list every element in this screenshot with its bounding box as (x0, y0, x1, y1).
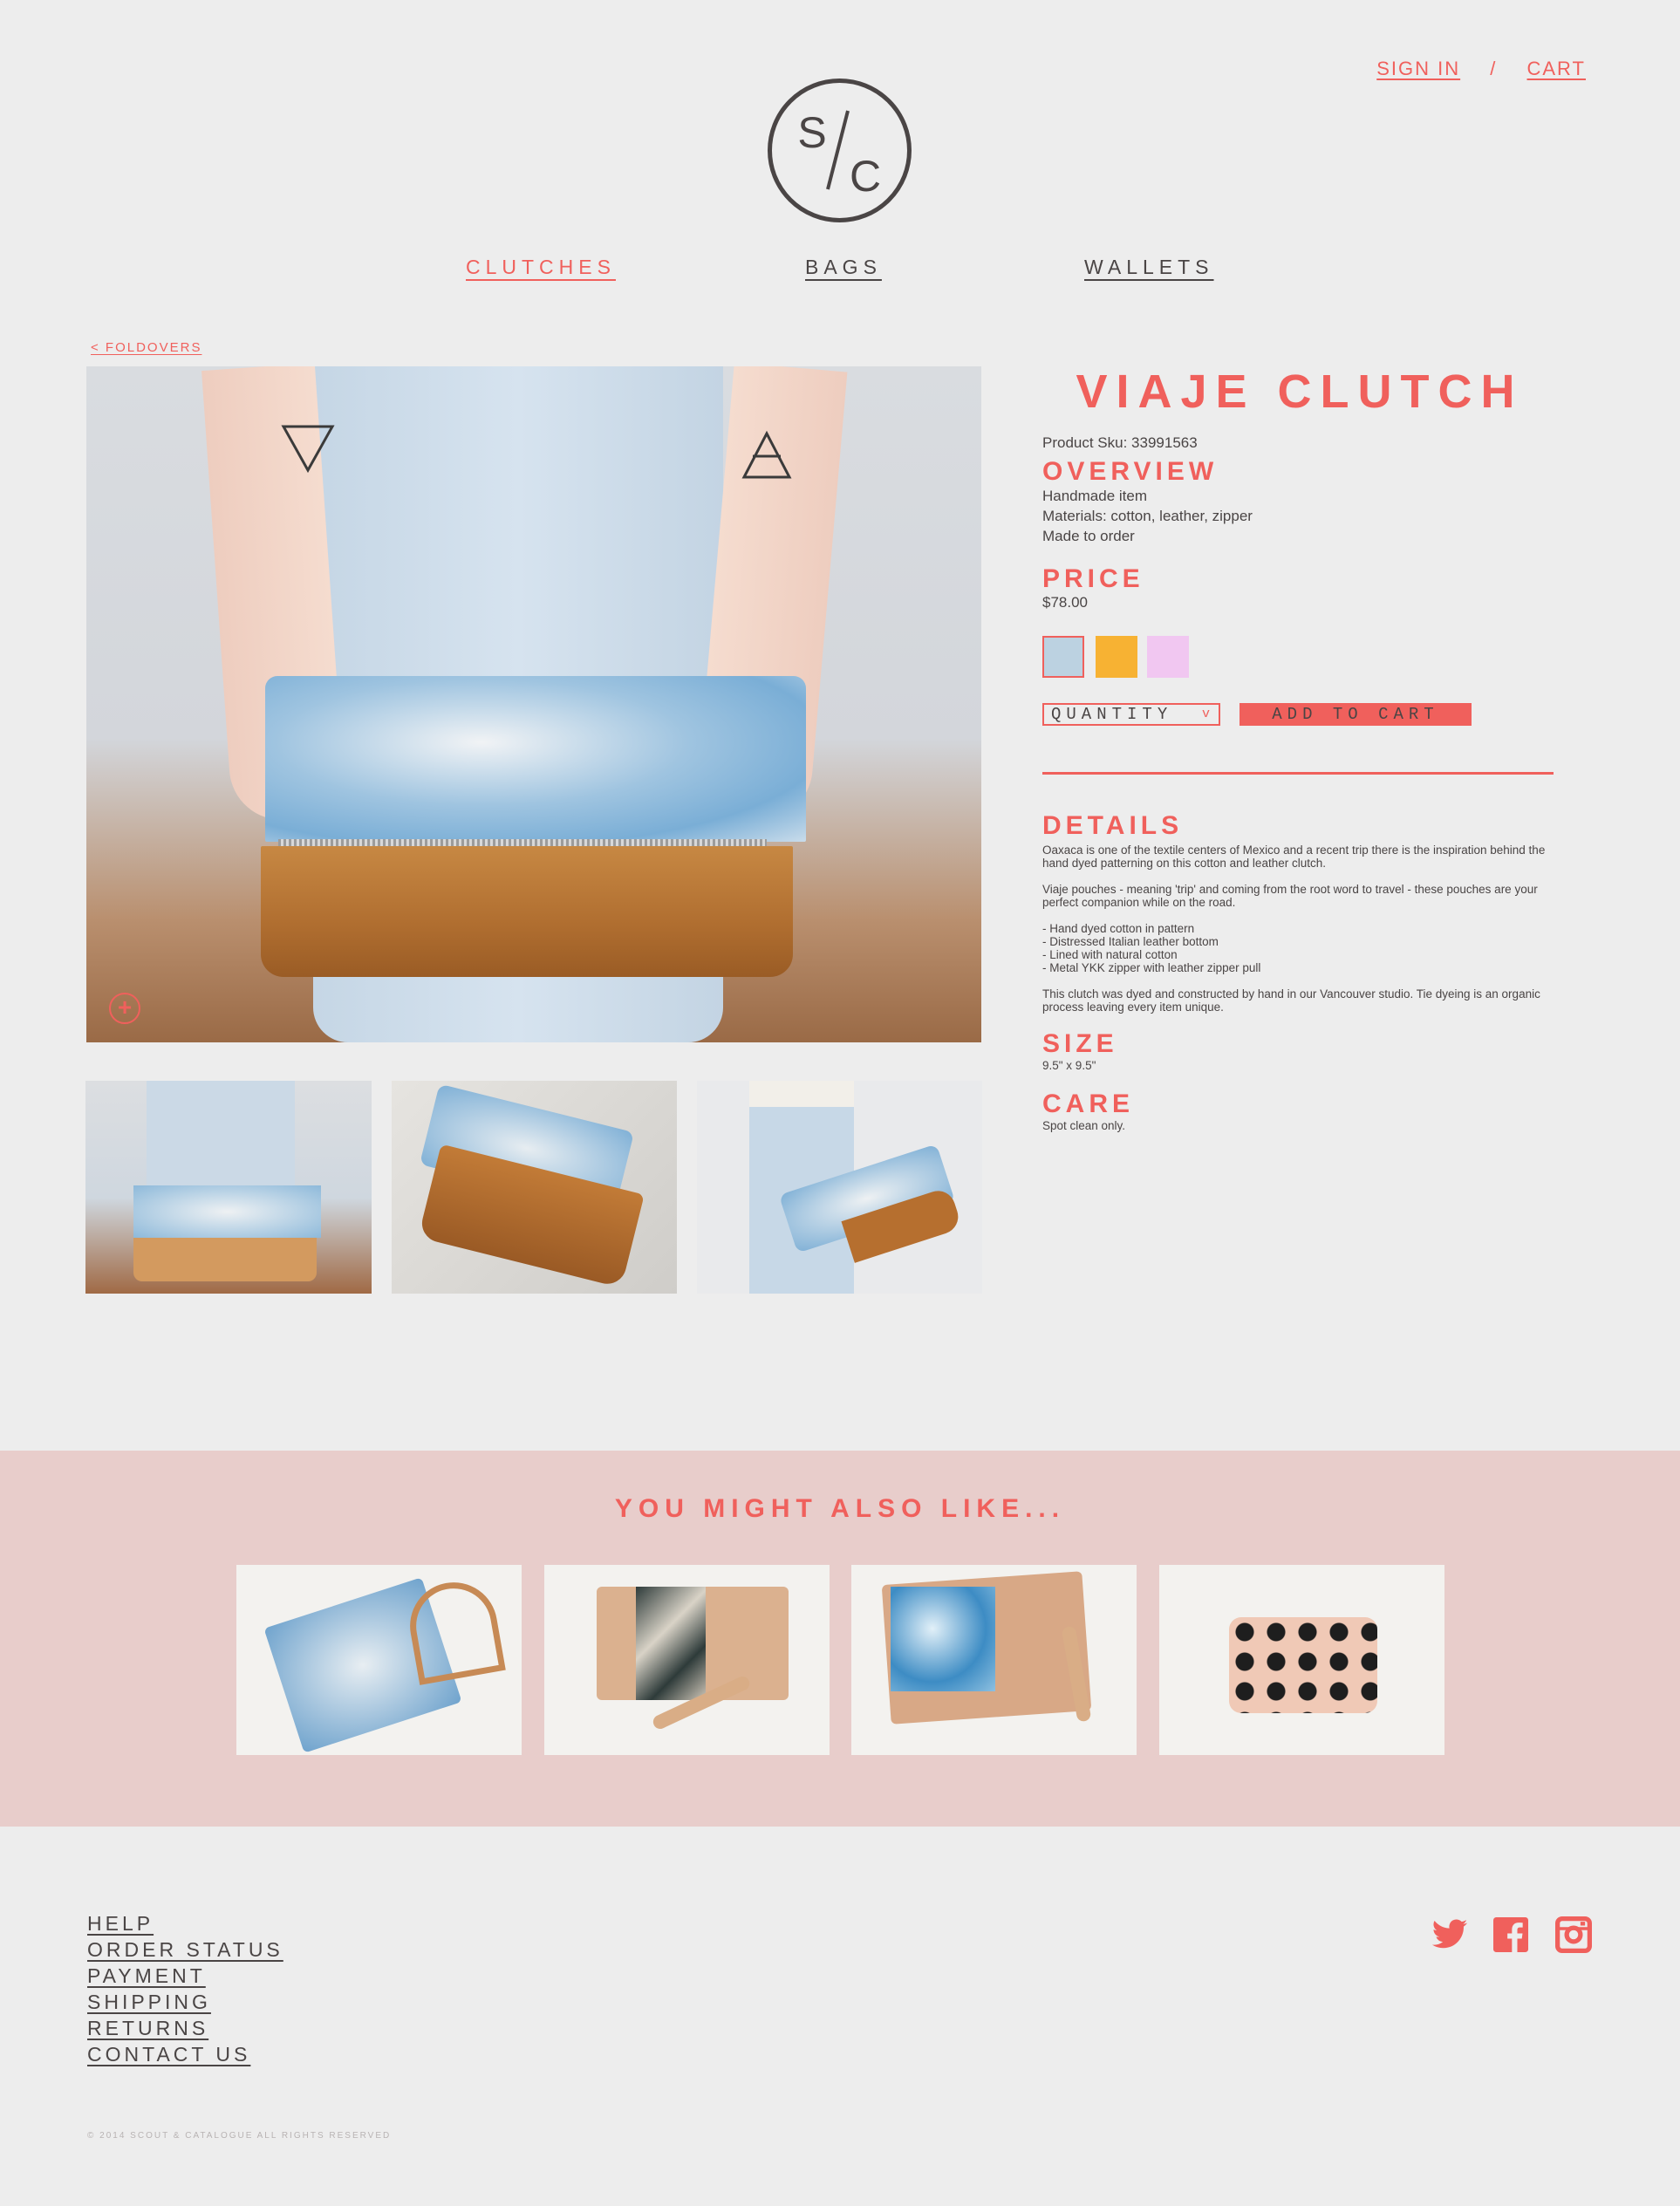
logo[interactable]: S C (767, 78, 912, 223)
rec-coin-purse (1229, 1617, 1377, 1713)
details-text: Oaxaca is one of the textile centers of … (1042, 843, 1574, 1027)
link-separator: / (1490, 58, 1498, 79)
details-paragraph: Viaje pouches - meaning 'trip' and comin… (1042, 883, 1538, 909)
svg-text:S: S (797, 108, 826, 157)
footer-nav: HELP ORDER STATUS PAYMENT SHIPPING RETUR… (87, 1910, 283, 2067)
footer-order-status-link[interactable]: ORDER STATUS (87, 1936, 283, 1963)
back-to-foldovers-link[interactable]: < FOLDOVERS (91, 340, 201, 355)
product-thumbnail-1[interactable] (85, 1081, 372, 1294)
recommended-product-1[interactable] (236, 1565, 522, 1755)
swatch-pink[interactable] (1147, 636, 1189, 678)
svg-text:C: C (850, 152, 881, 201)
air-triangle-tattoo-icon (741, 430, 792, 479)
product-main-image[interactable]: + (86, 366, 981, 1042)
footer-payment-link[interactable]: PAYMENT (87, 1963, 283, 1989)
recommended-product-2[interactable] (544, 1565, 830, 1755)
product-thumbnail-3[interactable] (697, 1081, 982, 1294)
overview-line: Made to order (1042, 528, 1135, 544)
product-title: VIAJE CLUTCH (1076, 365, 1524, 418)
thumb-clutch-fabric (133, 1185, 321, 1238)
image-clutch-fabric (265, 676, 806, 842)
chevron-down-icon: v (1201, 707, 1210, 721)
recommended-product-4[interactable] (1159, 1565, 1444, 1755)
size-value: 9.5" x 9.5" (1042, 1059, 1096, 1072)
recommendations-heading: YOU MIGHT ALSO LIKE... (614, 1494, 1066, 1523)
instagram-icon[interactable] (1555, 1916, 1592, 1953)
thumb-clutch-leather (133, 1238, 317, 1281)
rec-wristlet-marble (891, 1587, 995, 1691)
facebook-icon[interactable] (1493, 1917, 1528, 1952)
sign-in-link[interactable]: SIGN IN (1376, 58, 1460, 79)
details-features-list: - Hand dyed cotton in pattern - Distress… (1042, 922, 1261, 974)
price-heading: PRICE (1042, 564, 1144, 593)
swatch-orange[interactable] (1096, 636, 1137, 678)
zoom-icon[interactable]: + (109, 993, 140, 1024)
nav-bags[interactable]: BAGS (805, 256, 882, 279)
copyright-text: © 2014 SCOUT & CATALOGUE ALL RIGHTS RESE… (87, 2131, 392, 2141)
add-to-cart-button[interactable]: ADD TO CART (1240, 703, 1472, 726)
overview-list: Handmade item Materials: cotton, leather… (1042, 486, 1253, 546)
overview-line: Handmade item (1042, 488, 1148, 504)
details-paragraph: This clutch was dyed and constructed by … (1042, 987, 1540, 1014)
twitter-icon[interactable] (1431, 1916, 1469, 1954)
footer-help-link[interactable]: HELP (87, 1910, 283, 1936)
overview-heading: OVERVIEW (1042, 457, 1219, 486)
product-sku: Product Sku: 33991563 (1042, 434, 1198, 451)
footer-returns-link[interactable]: RETURNS (87, 2015, 283, 2041)
care-heading: CARE (1042, 1089, 1135, 1118)
triangle-tattoo-icon (281, 425, 335, 474)
price-value: $78.00 (1042, 594, 1088, 611)
nav-wallets[interactable]: WALLETS (1084, 256, 1214, 279)
rec-pouch-pattern (636, 1587, 706, 1700)
details-heading: DETAILS (1042, 811, 1184, 840)
overview-line: Materials: cotton, leather, zipper (1042, 508, 1253, 524)
recommended-product-3[interactable] (851, 1565, 1137, 1755)
quantity-label: QUANTITY (1051, 705, 1173, 724)
size-heading: SIZE (1042, 1029, 1118, 1058)
quantity-select[interactable]: QUANTITY v (1042, 703, 1220, 726)
account-links: SIGN IN / CART (1376, 58, 1586, 80)
main-nav: CLUTCHES BAGS WALLETS (0, 256, 1680, 290)
section-divider (1042, 772, 1554, 775)
swatch-blue[interactable] (1042, 636, 1084, 678)
details-paragraph: Oaxaca is one of the textile centers of … (1042, 843, 1546, 870)
product-thumbnail-2[interactable] (392, 1081, 677, 1294)
image-clutch-leather (261, 846, 793, 977)
cart-link[interactable]: CART (1527, 58, 1587, 79)
care-value: Spot clean only. (1042, 1119, 1126, 1132)
nav-clutches[interactable]: CLUTCHES (466, 256, 616, 279)
footer-shipping-link[interactable]: SHIPPING (87, 1989, 283, 2015)
footer-contact-link[interactable]: CONTACT US (87, 2041, 283, 2067)
